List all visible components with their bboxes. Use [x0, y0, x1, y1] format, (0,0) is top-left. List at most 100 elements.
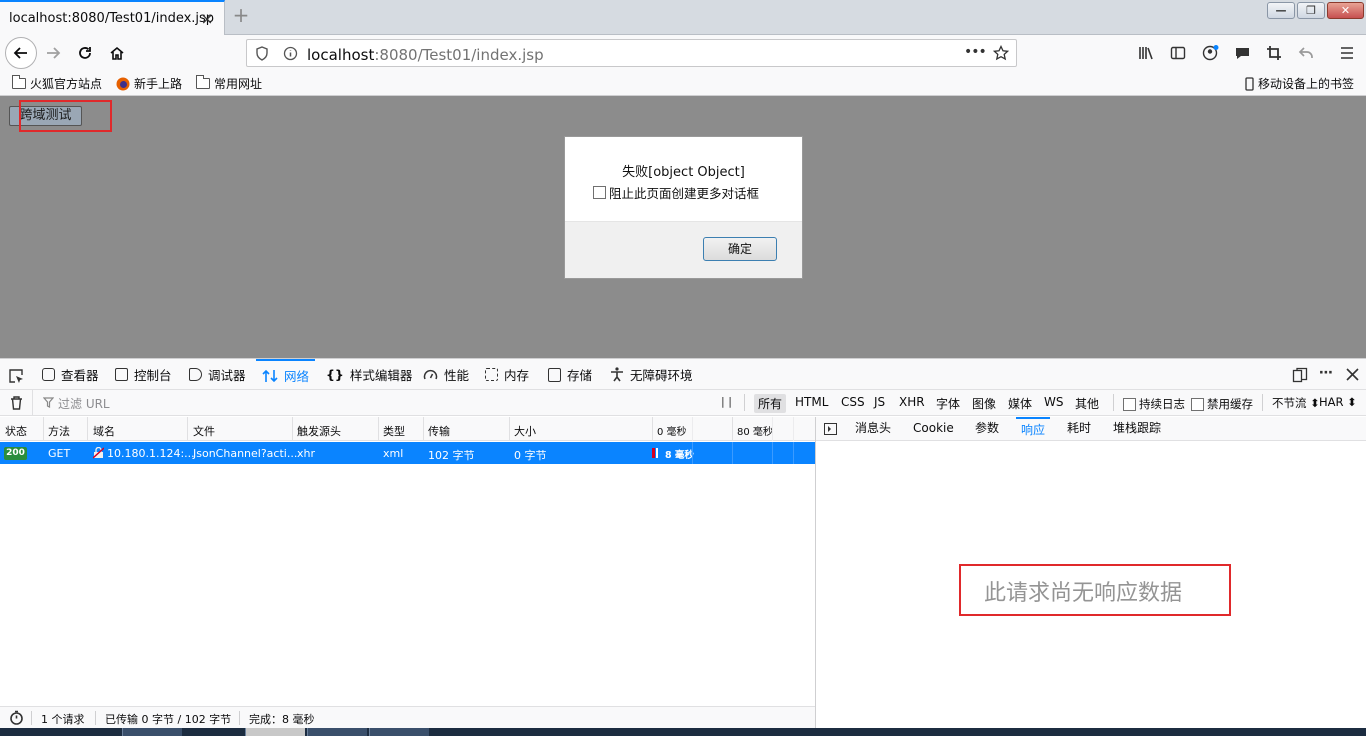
throttling-select[interactable]: 不节流 ⬍	[1272, 395, 1320, 411]
mobile-bookmarks[interactable]: 移动设备上的书签	[1245, 75, 1354, 92]
back-button[interactable]	[5, 37, 37, 69]
col-status[interactable]: 状态	[5, 423, 27, 439]
filter-type-other[interactable]: 其他	[1071, 394, 1103, 413]
sidebar-icon[interactable]	[1170, 45, 1186, 61]
network-status-bar: 1 个请求 已传输 0 字节 / 102 字节 完成：8 毫秒	[0, 706, 815, 728]
tab-network[interactable]: 网络	[256, 359, 316, 390]
bookmark-item[interactable]: 常用网址	[196, 75, 262, 92]
tracking-shield-icon[interactable]	[255, 46, 269, 61]
tab-storage[interactable]: 存储	[548, 359, 592, 390]
chat-icon[interactable]	[1234, 45, 1251, 61]
filter-type-images[interactable]: 图像	[968, 394, 1000, 413]
divider	[1113, 394, 1114, 411]
account-icon[interactable]	[1202, 44, 1220, 62]
bookmark-star-icon[interactable]	[993, 45, 1009, 61]
tab-accessibility[interactable]: 无障碍环境	[610, 359, 693, 390]
element-picker-icon[interactable]	[8, 368, 24, 384]
filter-type-js[interactable]: JS	[870, 394, 889, 410]
site-info-icon[interactable]	[283, 46, 298, 61]
taskbar-item[interactable]	[369, 728, 429, 736]
column-divider	[292, 417, 293, 441]
crop-icon[interactable]	[1266, 45, 1282, 61]
tab-label: 存储	[567, 368, 593, 383]
tab-headers[interactable]: 消息头	[855, 417, 891, 441]
taskbar-item[interactable]	[307, 728, 367, 736]
waterfall-tick-0: 0 毫秒	[657, 427, 687, 438]
har-menu[interactable]: HAR ⬍	[1319, 395, 1357, 409]
waterfall-gridline	[772, 442, 773, 464]
filter-type-html[interactable]: HTML	[791, 394, 832, 410]
window-close-button[interactable]: ✕	[1327, 2, 1364, 19]
url-bar[interactable]: localhost:8080/Test01/index.jsp •••	[246, 39, 1017, 67]
home-button[interactable]	[102, 38, 132, 68]
firefox-icon	[116, 77, 130, 90]
filter-type-media[interactable]: 媒体	[1004, 394, 1036, 413]
taskbar-item[interactable]	[122, 728, 182, 736]
tab-inspector[interactable]: 查看器	[42, 359, 99, 390]
tab-memory[interactable]: 内存	[485, 359, 529, 390]
divider	[239, 711, 240, 725]
col-type[interactable]: 类型	[383, 423, 405, 439]
col-domain[interactable]: 域名	[93, 423, 115, 439]
pause-icon[interactable]: | |	[721, 395, 732, 408]
trash-icon[interactable]	[10, 396, 23, 410]
library-icon[interactable]	[1138, 45, 1154, 61]
waterfall-gridline	[692, 417, 693, 441]
folder-icon	[12, 75, 26, 89]
filter-url-input[interactable]: 过滤 URL	[32, 390, 712, 415]
reload-button[interactable]	[70, 38, 100, 68]
column-divider	[652, 417, 653, 441]
cell-domain: 10.180.1.124:...	[107, 447, 195, 460]
checkbox[interactable]	[1191, 397, 1204, 411]
ok-button[interactable]: 确定	[703, 237, 777, 261]
reload-icon	[79, 47, 91, 59]
disable-cache-checkbox[interactable]: 禁用缓存	[1191, 396, 1253, 412]
finish-time: 完成：8 毫秒	[249, 713, 315, 726]
tab-active[interactable]: localhost:8080/Test01/index.jsp ×	[0, 0, 225, 35]
tab-params[interactable]: 参数	[975, 417, 999, 441]
forward-button[interactable]	[38, 38, 68, 68]
braces-icon: {}	[326, 367, 344, 382]
filter-type-xhr[interactable]: XHR	[895, 394, 929, 410]
col-transferred[interactable]: 传输	[428, 423, 450, 439]
table-row[interactable]: 200 GET 10.180.1.124:... JsonChannel?act…	[0, 442, 815, 464]
filter-type-all[interactable]: 所有	[754, 394, 787, 413]
bookmark-item[interactable]: 新手上路	[116, 75, 182, 92]
tab-stack-trace[interactable]: 堆栈跟踪	[1113, 417, 1161, 441]
tab-console[interactable]: 控制台	[115, 359, 172, 390]
checkbox[interactable]	[1123, 397, 1136, 411]
filter-type-ws[interactable]: WS	[1040, 394, 1067, 410]
menu-icon[interactable]	[1340, 46, 1354, 60]
tab-response[interactable]: 响应	[1016, 417, 1051, 441]
tab-close-icon[interactable]: ×	[198, 10, 216, 28]
tab-style-editor[interactable]: {} 样式编辑器	[326, 359, 412, 390]
more-options-icon[interactable]: ⋯	[1319, 365, 1333, 381]
dock-icon[interactable]	[1292, 367, 1308, 383]
undo-icon[interactable]	[1298, 45, 1314, 61]
checkbox[interactable]	[593, 186, 606, 199]
tab-timings[interactable]: 耗时	[1067, 417, 1091, 441]
minimize-button[interactable]: —	[1267, 2, 1295, 19]
filter-type-fonts[interactable]: 字体	[932, 394, 964, 413]
persist-logs-checkbox[interactable]: 持续日志	[1123, 396, 1185, 412]
taskbar-item[interactable]	[245, 728, 305, 736]
page-actions-icon[interactable]: •••	[964, 44, 987, 60]
col-cause[interactable]: 触发源头	[297, 423, 341, 439]
col-file[interactable]: 文件	[193, 423, 215, 439]
close-devtools-icon[interactable]	[1346, 368, 1359, 381]
new-tab-button[interactable]: +	[230, 5, 252, 27]
filter-type-css[interactable]: CSS	[837, 394, 869, 410]
col-method[interactable]: 方法	[48, 423, 70, 439]
stopwatch-icon[interactable]	[9, 710, 24, 725]
toggle-panel-icon[interactable]	[824, 423, 837, 435]
accessibility-icon	[611, 367, 623, 382]
tab-debugger[interactable]: 调试器	[189, 359, 246, 390]
restore-button[interactable]: ❐	[1297, 2, 1325, 19]
tab-label: 性能	[444, 368, 470, 383]
tab-performance[interactable]: 性能	[423, 359, 469, 390]
column-divider	[43, 417, 44, 441]
prevent-dialogs-checkbox[interactable]: 阻止此页面创建更多对话框	[593, 183, 759, 202]
tab-cookies[interactable]: Cookie	[913, 417, 954, 441]
col-size[interactable]: 大小	[514, 423, 536, 439]
bookmark-item[interactable]: 火狐官方站点	[12, 75, 102, 92]
